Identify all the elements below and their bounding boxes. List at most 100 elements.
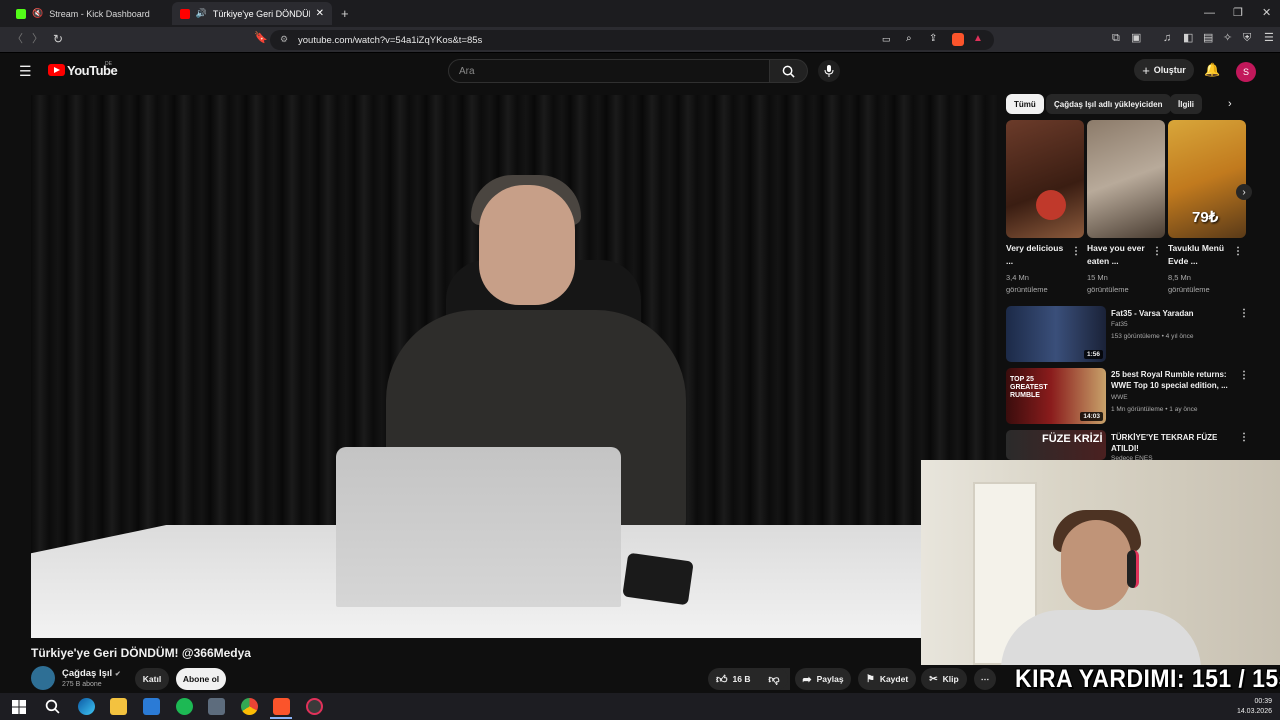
recommendation-thumbnail[interactable]: FÜZE KRİZİ bbox=[1006, 430, 1106, 460]
video-title: Türkiye'ye Geri DÖNDÜM! @366Medya bbox=[31, 646, 251, 660]
tab-youtube-video[interactable]: 🔊 Türkiye'ye Geri DÖNDÜM! @ ✕ bbox=[172, 2, 332, 25]
chip-related[interactable]: İlgili bbox=[1170, 94, 1202, 114]
price-badge: 79₺ bbox=[1192, 209, 1219, 226]
site-info-icon[interactable]: ⚙ bbox=[280, 34, 288, 45]
obs-icon[interactable] bbox=[306, 698, 323, 715]
search-button[interactable] bbox=[770, 59, 808, 83]
short-title[interactable]: Tavuklu Menü Evde ... bbox=[1168, 242, 1232, 268]
store-icon[interactable] bbox=[143, 698, 160, 715]
more-options-icon[interactable]: ⋮ bbox=[1233, 246, 1243, 257]
video-player[interactable] bbox=[31, 95, 997, 638]
leo-ai-icon[interactable]: ✧ bbox=[1223, 33, 1232, 44]
create-button[interactable]: + Oluştur bbox=[1134, 59, 1194, 81]
browser-tab-bar: 🔇 Stream - Kick Dashboard 🔊 Türkiye'ye G… bbox=[0, 0, 1280, 27]
more-options-icon[interactable]: ⋮ bbox=[1239, 308, 1249, 319]
plus-icon: + bbox=[1142, 62, 1150, 78]
brave-rewards-icon[interactable]: ▲ bbox=[973, 33, 983, 44]
menu-icon[interactable]: ☰ bbox=[1264, 33, 1274, 44]
url-text: youtube.com/watch?v=54a1iZqYKos&t=85s bbox=[298, 34, 483, 46]
recommendation-thumbnail[interactable]: TOP 25 GREATEST RUMBLE 14:03 bbox=[1006, 368, 1106, 424]
recommendation-title[interactable]: Fat35 - Varsa Yaradan bbox=[1111, 308, 1231, 319]
subscriber-count: 275 B abone bbox=[62, 681, 102, 688]
reload-icon[interactable]: ↻ bbox=[53, 33, 63, 45]
youtube-header: ☰ YouTube DE Ara + Oluştur 🔔 bbox=[0, 53, 1280, 91]
tab-label: Türkiye'ye Geri DÖNDÜM! @ bbox=[212, 8, 310, 19]
join-button[interactable]: Katıl bbox=[135, 668, 169, 690]
recommendation-title[interactable]: TÜRKİYE'YE TEKRAR FÜZE ATILDI! bbox=[1111, 432, 1231, 454]
short-title[interactable]: Very delicious ... bbox=[1006, 242, 1070, 268]
taskbar-search-icon[interactable] bbox=[45, 699, 60, 714]
edge-icon[interactable] bbox=[78, 698, 95, 715]
close-tab-icon[interactable]: ✕ bbox=[316, 8, 324, 19]
account-avatar[interactable]: S bbox=[1236, 62, 1256, 82]
shorts-next-icon[interactable]: › bbox=[1236, 184, 1252, 200]
zoom-icon[interactable]: ⌕ bbox=[906, 33, 912, 44]
chip-all[interactable]: Tümü bbox=[1006, 94, 1044, 114]
bookmark-icon[interactable]: 🔖 bbox=[254, 33, 268, 44]
short-thumbnail[interactable]: 79₺ bbox=[1168, 120, 1246, 238]
back-icon[interactable]: 〈 bbox=[12, 34, 23, 45]
food-image bbox=[1036, 190, 1066, 220]
browser-toolbar: 〈 〉 ↻ 🔖 ⚙ youtube.com/watch?v=54a1iZqYKo… bbox=[0, 27, 1280, 53]
media-icon[interactable]: ♫ bbox=[1163, 33, 1171, 44]
recommendation-title[interactable]: 25 best Royal Rumble returns: WWE Top 10… bbox=[1111, 369, 1231, 391]
system-clock[interactable]: 00:39 14.03.2026 bbox=[1237, 697, 1272, 717]
extensions-icon[interactable]: ⧉ bbox=[1112, 33, 1120, 44]
channel-name[interactable]: Çağdaş Işıl ✔ bbox=[62, 668, 121, 679]
recommendation-meta: 153 görüntüleme • 4 yıl önce bbox=[1111, 333, 1194, 340]
more-options-icon[interactable]: ⋮ bbox=[1071, 246, 1081, 257]
recommendation-meta: 1 Mn görüntüleme • 1 ay önce bbox=[1111, 406, 1198, 413]
brave-shields-icon[interactable] bbox=[952, 33, 964, 46]
tab-kick-dashboard[interactable]: 🔇 Stream - Kick Dashboard bbox=[8, 2, 168, 25]
more-options-icon[interactable]: ⋮ bbox=[1152, 246, 1162, 257]
search-icon bbox=[782, 65, 795, 78]
short-thumbnail[interactable] bbox=[1006, 120, 1084, 238]
notifications-bell-icon[interactable]: 🔔 bbox=[1204, 62, 1220, 78]
recommendation-channel[interactable]: Fat35 bbox=[1111, 321, 1128, 328]
url-field[interactable]: ⚙ youtube.com/watch?v=54a1iZqYKos&t=85s … bbox=[270, 30, 994, 50]
voice-search-button[interactable] bbox=[818, 60, 840, 82]
short-thumbnail[interactable] bbox=[1087, 120, 1165, 238]
minimize-window-icon[interactable]: — bbox=[1204, 8, 1215, 19]
more-options-icon[interactable]: ⋮ bbox=[1239, 370, 1249, 381]
hamburger-menu-icon[interactable]: ☰ bbox=[19, 63, 32, 80]
new-tab-button[interactable]: + bbox=[341, 7, 349, 20]
clock-date: 14.03.2026 bbox=[1236, 708, 1272, 715]
subscribe-button[interactable]: Abone ol bbox=[176, 668, 226, 690]
share-button[interactable]: ➦ Paylaş bbox=[795, 668, 851, 690]
spotify-icon[interactable] bbox=[176, 698, 193, 715]
donation-goal-overlay: KIRA YARDIMI: 151 / 155 bbox=[1015, 665, 1280, 693]
close-window-icon[interactable]: ✕ bbox=[1262, 8, 1271, 19]
recommendation-channel[interactable]: WWE bbox=[1111, 394, 1128, 401]
chrome-icon[interactable] bbox=[241, 698, 258, 715]
save-button[interactable]: ⚑ Kaydet bbox=[858, 668, 916, 690]
more-actions-button[interactable]: ⋯ bbox=[974, 668, 996, 690]
youtube-play-icon bbox=[48, 64, 65, 76]
headset-icon bbox=[1127, 550, 1139, 588]
chips-next-icon[interactable]: › bbox=[1228, 98, 1232, 110]
file-explorer-icon[interactable] bbox=[110, 698, 127, 715]
windows-taskbar: 00:39 14.03.2026 bbox=[0, 693, 1280, 720]
windows-start-icon[interactable] bbox=[12, 700, 26, 714]
more-options-icon[interactable]: ⋮ bbox=[1239, 432, 1249, 443]
cast-icon[interactable]: ▭ bbox=[882, 34, 891, 45]
dislike-button[interactable]: 👎︎ bbox=[760, 668, 788, 690]
channel-avatar[interactable] bbox=[31, 666, 55, 690]
share-page-icon[interactable]: ⇪ bbox=[929, 33, 937, 44]
search-input[interactable]: Ara bbox=[448, 59, 770, 83]
clip-button[interactable]: ✂ Klip bbox=[921, 668, 967, 690]
sidebar-icon[interactable]: ◧ bbox=[1183, 33, 1193, 44]
calculator-icon[interactable] bbox=[208, 698, 225, 715]
recommendation-thumbnail[interactable]: 1:56 bbox=[1006, 306, 1106, 362]
vpn-icon[interactable]: ⛨ bbox=[1243, 33, 1251, 44]
share-label: Paylaş bbox=[816, 674, 844, 684]
brave-icon[interactable] bbox=[273, 698, 290, 715]
channel-name-text: Çağdaş Işıl bbox=[62, 668, 113, 679]
wallet-panel-icon[interactable]: ▤ bbox=[1203, 33, 1213, 44]
short-title[interactable]: Have you ever eaten ... bbox=[1087, 242, 1151, 268]
wallet-icon[interactable]: ▣ bbox=[1131, 33, 1141, 44]
maximize-window-icon[interactable]: ❐ bbox=[1233, 8, 1243, 19]
tab-label: Stream - Kick Dashboard bbox=[49, 8, 150, 19]
chip-from-uploader[interactable]: Çağdaş Işıl adlı yükleyiciden bbox=[1046, 94, 1171, 114]
forward-icon[interactable]: 〉 bbox=[32, 34, 43, 45]
